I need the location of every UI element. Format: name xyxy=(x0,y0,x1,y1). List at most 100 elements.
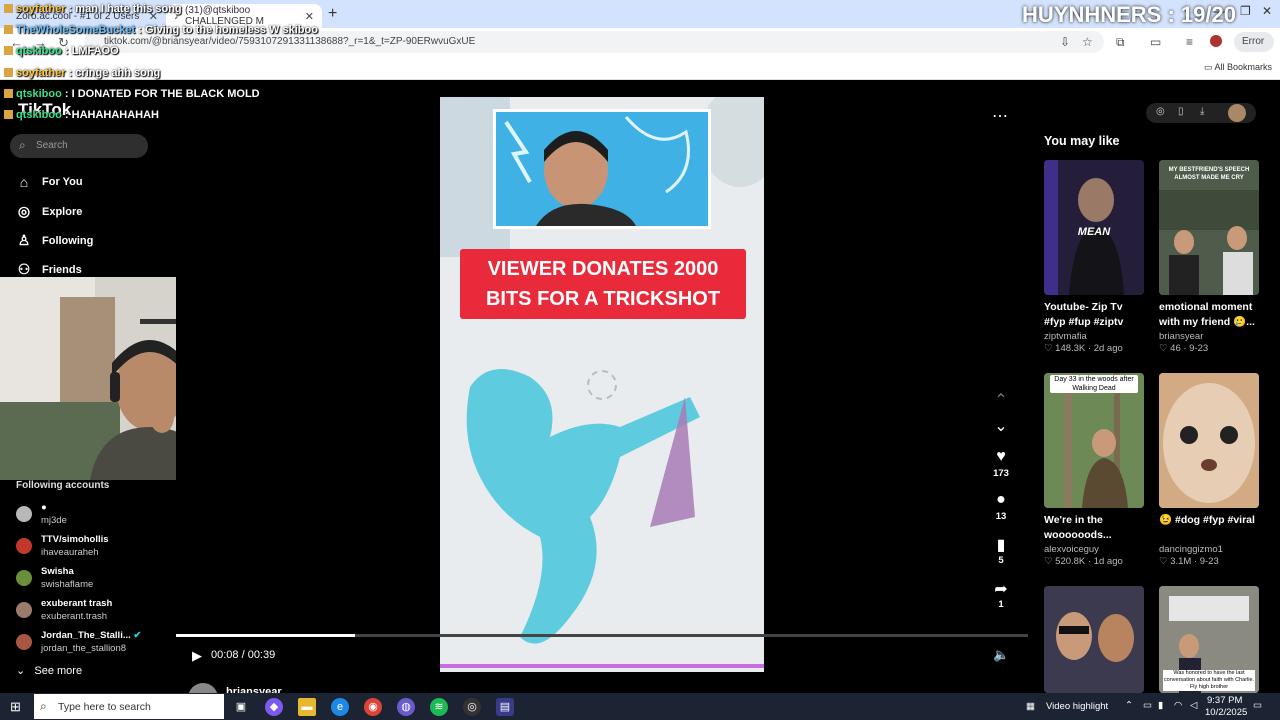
install-icon[interactable]: ⇩ xyxy=(1060,35,1070,49)
wifi-icon[interactable]: ◠ xyxy=(1174,700,1182,711)
chat-text: : cringe ahh song xyxy=(65,67,161,79)
extensions-icon[interactable]: ⧉ xyxy=(1116,35,1125,50)
windows-start-icon[interactable]: ⊞ xyxy=(10,699,21,715)
recommended-video-card[interactable]: Day 33 in the woods after Walking Dead W… xyxy=(1044,373,1144,567)
screen: Zoro.ac.cool - #1 of 2 Users ✕ ♪ (31)@qt… xyxy=(0,0,1280,720)
taskbar-search-input[interactable]: ⌕ Type here to search xyxy=(34,694,224,719)
thumbnail-image xyxy=(1159,373,1259,508)
nav-following[interactable]: ♙ Following xyxy=(16,232,94,249)
avatar xyxy=(16,570,32,586)
edge-icon[interactable]: e xyxy=(331,698,349,716)
friends-icon: ⚇ xyxy=(17,261,31,277)
nav-friends[interactable]: ⚇ Friends xyxy=(16,261,82,278)
account-handle: swishaflame xyxy=(41,579,94,590)
heart-icon: ♥ xyxy=(996,448,1006,465)
video-frame[interactable]: VIEWER DONATES 2000 BITS FOR A TRICKSHOT xyxy=(440,97,764,672)
scroll-down-icon[interactable]: ⌄ xyxy=(984,416,1018,436)
chat-user: qtskiboo xyxy=(16,45,62,57)
account-name: Jordan_The_Stalli... ✔ xyxy=(41,630,141,641)
file-explorer-icon[interactable]: ▬ xyxy=(298,698,316,716)
chrome-icon[interactable]: ◉ xyxy=(364,698,382,716)
error-button[interactable]: Error xyxy=(1234,32,1274,52)
chat-user: TheWholeSomeBucket xyxy=(16,24,136,36)
video-progress-bar[interactable] xyxy=(176,634,1028,637)
following-accounts-header: Following accounts xyxy=(16,480,110,491)
stream-counter: HUYNHNERS : 19/20 xyxy=(1022,2,1236,27)
more-options-icon[interactable]: ⋯ xyxy=(992,106,1008,126)
like-button[interactable]: ♥ 173 xyxy=(984,448,1018,479)
avatar xyxy=(16,602,32,618)
comment-button[interactable]: ● 13 xyxy=(984,491,1018,522)
see-more-button[interactable]: ⌄ See more xyxy=(16,664,82,677)
speaker-icon[interactable]: ◁ xyxy=(1190,700,1197,711)
save-button[interactable]: ▮ 5 xyxy=(984,535,1018,566)
all-bookmarks-button[interactable]: ▭ All Bookmarks xyxy=(1204,62,1272,73)
spotify-icon[interactable]: ≋ xyxy=(430,698,448,716)
thumbnail-caption: MY BESTFRIEND'S SPEECH ALMOST MADE ME CR… xyxy=(1168,167,1250,181)
microphone-icon[interactable]: ▮ xyxy=(1158,700,1163,711)
network-icon[interactable]: ▭ xyxy=(1143,700,1152,711)
following-account[interactable]: Swisha swishaflame xyxy=(16,566,166,594)
close-window-icon[interactable]: ✕ xyxy=(1262,4,1272,18)
bookmark-star-icon[interactable]: ☆ xyxy=(1082,35,1093,49)
taskbar-search-placeholder: Type here to search xyxy=(58,701,151,713)
card-author: dancinggizmo1 xyxy=(1159,544,1223,555)
play-icon[interactable]: ▶ xyxy=(192,648,202,664)
notifications-icon[interactable]: ▭ xyxy=(1253,700,1262,711)
tray-chevron-icon[interactable]: ⌃ xyxy=(1125,700,1133,711)
chat-user: soyfather xyxy=(16,3,66,15)
cast-icon[interactable]: ▭ xyxy=(1150,35,1161,49)
discord-icon[interactable]: ◍ xyxy=(397,698,415,716)
card-author: ziptvmafia xyxy=(1044,331,1087,342)
video-highlight-icon[interactable]: ▦ xyxy=(1026,701,1035,712)
card-stats: ♡ 3.1M · 9-23 xyxy=(1159,556,1219,567)
compass-icon[interactable]: ◎ xyxy=(1156,106,1165,117)
download-icon[interactable]: ⤓ xyxy=(1200,106,1204,117)
volume-icon[interactable]: 🔈 xyxy=(993,647,1009,663)
video-thumbnail: Day 33 in the woods after Walking Dead xyxy=(1044,373,1144,508)
share-button[interactable]: ➦ 1 xyxy=(984,579,1018,610)
user-avatar[interactable] xyxy=(1228,104,1246,122)
nav-explore[interactable]: ◎ Explore xyxy=(16,203,82,220)
search-input[interactable]: ⌕ Search xyxy=(10,134,148,158)
app-icon[interactable]: ▤ xyxy=(496,698,514,716)
chat-text: : Giving to the homeless W skiboo xyxy=(135,24,318,36)
thumbnail-caption: Day 33 in the woods after Walking Dead xyxy=(1050,375,1138,393)
obs-icon[interactable]: ◎ xyxy=(463,698,481,716)
following-account[interactable]: Jordan_The_Stalli... ✔ jordan_the_stalli… xyxy=(16,630,166,658)
account-name-text: Jordan_The_Stalli... xyxy=(41,630,131,641)
nav-for-you[interactable]: ⌂ For You xyxy=(16,174,83,190)
nav-label: Explore xyxy=(42,205,83,218)
recommended-video-card[interactable]: MY BESTFRIEND'S SPEECH ALMOST MADE ME CR… xyxy=(1159,160,1259,354)
recommended-video-card[interactable]: Was honored to have the last conversatio… xyxy=(1159,586,1259,693)
chat-message: soyfather : man I hate this song xyxy=(4,3,182,15)
following-account[interactable]: TTV/simohollis ihaveauraheh xyxy=(16,534,166,562)
chevron-down-icon: ⌄ xyxy=(16,665,35,677)
phone-icon[interactable]: ▯ xyxy=(1178,106,1184,117)
video-thumbnail: MEAN xyxy=(1044,160,1144,295)
copilot-icon[interactable]: ◆ xyxy=(265,698,283,716)
profile-avatar[interactable] xyxy=(1210,35,1222,47)
following-account[interactable]: ● mj3de xyxy=(16,502,166,530)
scroll-up-icon[interactable]: ⌃ xyxy=(984,390,1018,410)
error-label: Error xyxy=(1242,36,1265,47)
task-view-icon[interactable]: ▣ xyxy=(232,698,250,716)
thumbnail-image xyxy=(1044,373,1144,508)
share-count: 1 xyxy=(998,599,1004,610)
video-highlight-label[interactable]: Video highlight xyxy=(1046,701,1108,712)
close-icon[interactable]: ✕ xyxy=(305,10,314,23)
video-caption-banner: VIEWER DONATES 2000 BITS FOR A TRICKSHOT xyxy=(460,249,746,319)
like-count: 173 xyxy=(993,468,1009,479)
following-account[interactable]: exuberant trash exuberant.trash xyxy=(16,598,166,626)
chat-message: qtskiboo : LMFAOO xyxy=(4,45,119,57)
nav-label: For You xyxy=(42,176,83,188)
recommended-video-card[interactable]: MEAN Youtube- Zip Tv #fyp #fup #ziptv #f… xyxy=(1044,160,1144,354)
video-thumbnail xyxy=(1159,373,1259,508)
recommended-video-card[interactable]: 😉 #dog #fyp #viral dancinggizmo1 ♡ 3.1M … xyxy=(1159,373,1259,567)
badge-icon xyxy=(4,4,13,13)
new-tab-icon[interactable]: + xyxy=(328,5,337,23)
account-name: ● xyxy=(41,502,47,513)
recommended-video-card[interactable] xyxy=(1044,586,1144,693)
reading-list-icon[interactable]: ≡ xyxy=(1186,35,1193,49)
restore-icon[interactable]: ❐ xyxy=(1240,4,1251,18)
